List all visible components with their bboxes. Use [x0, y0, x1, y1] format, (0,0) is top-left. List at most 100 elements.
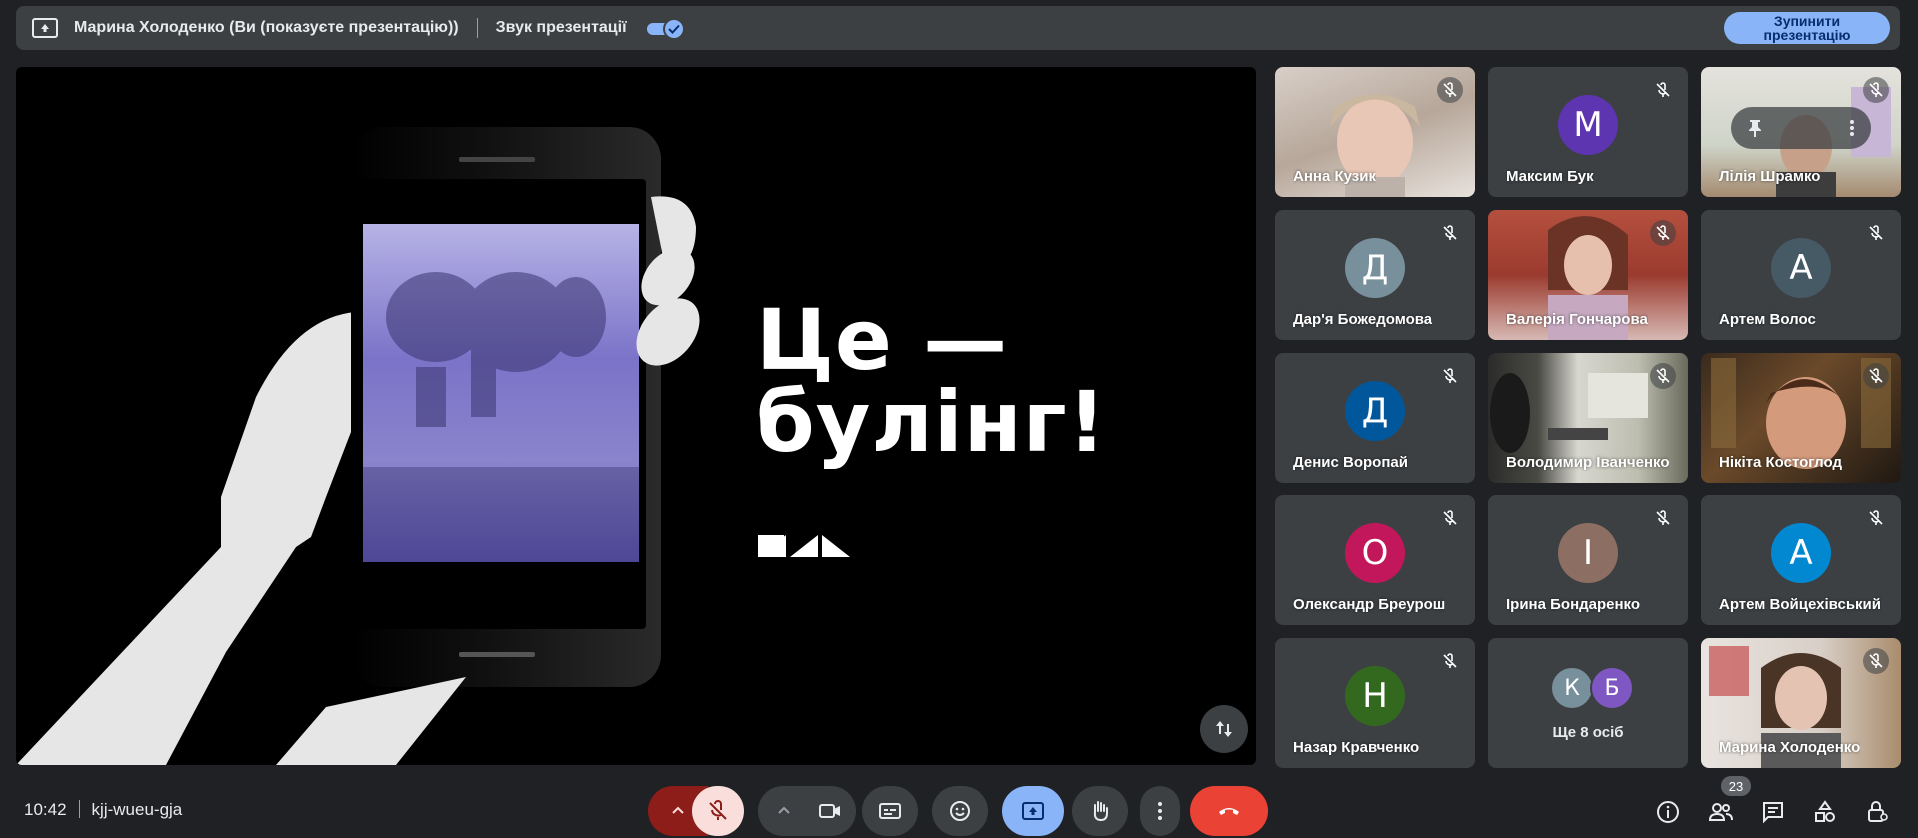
chevron-up-icon — [778, 806, 790, 814]
participant-name: Дар'я Божедомова — [1293, 311, 1433, 328]
activities-button[interactable] — [1810, 797, 1840, 827]
stop-presenting-button[interactable]: Зупинити презентацію — [1724, 12, 1890, 44]
participant-name: Максим Бук — [1506, 168, 1594, 185]
avatar: А — [1771, 238, 1831, 298]
present-now-button[interactable] — [1002, 786, 1064, 836]
swap-arrows-icon — [1216, 721, 1232, 737]
pin-icon[interactable] — [1747, 119, 1763, 137]
hang-up-icon — [1219, 808, 1239, 815]
tile-hover-controls — [1731, 107, 1871, 149]
participant-tile[interactable]: А Артем Волос — [1701, 210, 1901, 340]
hand-icon — [1093, 801, 1108, 822]
participant-tile[interactable]: Нікіта Костоглод — [1701, 353, 1901, 483]
participant-name: Володимир Іванченко — [1506, 454, 1670, 471]
mic-muted-icon — [1863, 77, 1889, 103]
mic-muted-icon — [1650, 77, 1676, 103]
leave-call-button[interactable] — [1190, 786, 1268, 836]
chat-button[interactable] — [1758, 797, 1788, 827]
mic-off-icon — [709, 800, 727, 820]
participant-tile[interactable]: Валерія Гончарова — [1488, 210, 1688, 340]
avatar: І — [1558, 523, 1618, 583]
participant-name: Олександр Бреурош — [1293, 596, 1446, 613]
participant-tile[interactable]: А Артем Войцехівський — [1701, 495, 1901, 625]
more-options-button[interactable] — [1140, 786, 1180, 836]
captions-button[interactable] — [862, 786, 918, 836]
avatar: О — [1345, 523, 1405, 583]
mic-muted-icon — [1437, 505, 1463, 531]
participant-tile[interactable]: Н Назар Кравченко — [1275, 638, 1475, 768]
more-participants-label: Ще 8 осіб — [1552, 724, 1624, 741]
mic-muted-icon — [1863, 363, 1889, 389]
avatar: А — [1771, 523, 1831, 583]
participant-tile[interactable]: Анна Кузик — [1275, 67, 1475, 197]
mic-muted-icon — [1863, 220, 1889, 246]
participant-count-badge: 23 — [1721, 776, 1751, 796]
stop-presenting-label: Зупинити презентацію — [1763, 13, 1851, 43]
mic-muted-icon — [1863, 505, 1889, 531]
avatar-stack: К Б — [1550, 666, 1634, 710]
presentation-sound-label: Звук презентації — [495, 19, 627, 36]
avatar: Д — [1345, 238, 1405, 298]
avatar: Б — [1590, 666, 1634, 710]
presenter-label: Марина Холоденко (Ви (показуєте презента… — [74, 19, 459, 36]
presentation-sound-toggle[interactable] — [645, 18, 685, 40]
participant-tile[interactable]: Марина Холоденко — [1701, 638, 1901, 768]
captions-icon — [879, 803, 901, 819]
meeting-code: kjj-wueu-gja — [91, 800, 183, 819]
more-options-icon[interactable] — [1849, 119, 1855, 137]
present-screen-icon — [1022, 802, 1044, 820]
mic-muted-icon — [1437, 77, 1463, 103]
info-icon — [1657, 801, 1679, 823]
presentation-bar: Марина Холоденко (Ви (показуєте презента… — [16, 6, 1900, 50]
mic-muted-icon — [1437, 648, 1463, 674]
participant-name: Ірина Бондаренко — [1506, 596, 1641, 613]
avatar: К — [1550, 666, 1594, 710]
mic-muted-icon — [1437, 220, 1463, 246]
video-options-button[interactable] — [758, 786, 856, 836]
emoji-icon — [950, 801, 970, 821]
people-button[interactable] — [1706, 797, 1736, 827]
clock: 10:42 — [24, 800, 67, 819]
participant-tile[interactable]: О Олександр Бреурош — [1275, 495, 1475, 625]
people-icon — [1708, 803, 1733, 821]
participant-tile[interactable]: Володимир Іванченко — [1488, 353, 1688, 483]
mic-muted-icon — [1863, 648, 1889, 674]
mic-muted-icon — [1650, 220, 1676, 246]
meeting-info: 10:42 kjj-wueu-gja — [24, 800, 182, 820]
camera-icon[interactable] — [817, 798, 843, 824]
participant-tile[interactable]: Д Денис Воропай — [1275, 353, 1475, 483]
chevron-up-icon — [672, 806, 684, 814]
participant-name: Нікіта Костоглод — [1719, 454, 1842, 471]
chat-icon — [1763, 802, 1783, 824]
participant-tile[interactable]: М Максим Бук — [1488, 67, 1688, 197]
microphone-button[interactable] — [692, 786, 744, 836]
participant-name: Артем Волос — [1719, 311, 1816, 328]
slide-title-line2: булінг! — [756, 373, 1107, 471]
participant-name: Денис Воропай — [1293, 454, 1408, 471]
avatar: Н — [1345, 666, 1405, 726]
participant-tile[interactable]: І Ірина Бондаренко — [1488, 495, 1688, 625]
participant-tile[interactable]: Лілія Шрамко — [1701, 67, 1901, 197]
avatar: М — [1558, 95, 1618, 155]
slide-title: Це — булінг! — [756, 298, 1107, 464]
raise-hand-button[interactable] — [1072, 786, 1128, 836]
shapes-icon — [1815, 800, 1835, 822]
divider — [476, 18, 478, 38]
meeting-details-button[interactable] — [1653, 797, 1683, 827]
participant-name: Лілія Шрамко — [1719, 168, 1821, 185]
participant-name: Назар Кравченко — [1293, 739, 1420, 756]
participant-tile[interactable]: Д Дар'я Божедомова — [1275, 210, 1475, 340]
mic-muted-icon — [1437, 363, 1463, 389]
mic-muted-icon — [1650, 363, 1676, 389]
participant-name: Марина Холоденко — [1719, 739, 1861, 756]
reactions-button[interactable] — [932, 786, 988, 836]
presentation-stage: Це — булінг! — [16, 67, 1256, 765]
swap-view-button[interactable] — [1200, 705, 1248, 753]
more-participants-tile[interactable]: К Б Ще 8 осіб — [1488, 638, 1688, 768]
host-controls-button[interactable] — [1862, 797, 1892, 827]
checkmark-icon — [662, 18, 685, 40]
mic-muted-icon — [1650, 505, 1676, 531]
avatar: Д — [1345, 381, 1405, 441]
present-screen-icon — [32, 18, 58, 38]
participant-name: Артем Войцехівський — [1719, 596, 1882, 613]
